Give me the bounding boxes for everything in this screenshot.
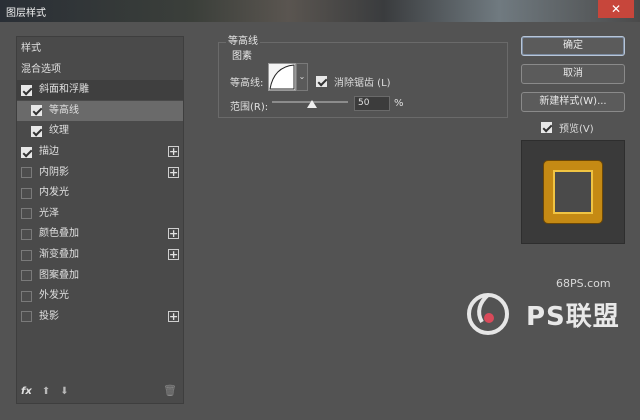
- style-item-7[interactable]: 内发光: [17, 183, 183, 203]
- style-item-0[interactable]: 样式: [17, 39, 183, 59]
- window-title: 图层样式: [6, 8, 46, 19]
- range-slider-handle[interactable]: [307, 100, 317, 108]
- style-item-label: 描边: [39, 146, 59, 157]
- add-instance-icon[interactable]: +: [168, 249, 179, 260]
- preview-checkbox[interactable]: [541, 122, 552, 133]
- range-value-input[interactable]: 50: [354, 96, 390, 111]
- range-label: 范围(R):: [230, 102, 269, 113]
- style-item-10[interactable]: 渐变叠加 +: [17, 245, 183, 265]
- style-item-checkbox[interactable]: [21, 167, 32, 179]
- add-instance-icon[interactable]: +: [168, 166, 179, 178]
- style-item-label: 斜面和浮雕: [39, 84, 89, 96]
- style-item-checkbox[interactable]: [31, 125, 42, 137]
- antialias-checkbox-row[interactable]: 消除锯齿 (L): [316, 74, 391, 89]
- style-item-label: 图案叠加: [39, 269, 79, 281]
- style-item-11[interactable]: 图案叠加: [17, 266, 183, 286]
- style-item-9[interactable]: 颜色叠加 +: [17, 224, 183, 244]
- list-toolbar: fx ⬆ ⬇: [21, 386, 69, 397]
- range-unit: %: [394, 98, 404, 109]
- style-item-label: 颜色叠加: [39, 228, 79, 240]
- style-item-2[interactable]: 斜面和浮雕: [17, 80, 183, 101]
- new-style-button[interactable]: 新建样式(W)...: [521, 92, 625, 112]
- style-item-label: 等高线: [49, 104, 79, 116]
- antialias-label: 消除锯齿 (L): [334, 78, 391, 89]
- style-item-checkbox[interactable]: [21, 84, 32, 96]
- contour-label: 等高线:: [230, 78, 264, 89]
- style-item-checkbox[interactable]: [31, 105, 42, 117]
- style-item-1[interactable]: 混合选项: [17, 60, 183, 80]
- fx-icon[interactable]: fx: [21, 386, 32, 397]
- contour-curve-icon: [269, 64, 295, 90]
- style-preview-thumbnail: [521, 140, 625, 244]
- style-item-label: 光泽: [39, 207, 59, 219]
- gold-frame-preview: [544, 161, 602, 223]
- watermark-url: 68PS.com: [556, 277, 611, 290]
- style-item-3[interactable]: 等高线: [17, 100, 183, 121]
- style-item-checkbox[interactable]: [21, 187, 32, 199]
- elements-subtitle: 图素: [232, 51, 252, 62]
- trash-icon[interactable]: 🗑: [163, 384, 177, 397]
- preview-label: 预览(V): [559, 124, 594, 135]
- contour-group-title: 等高线: [226, 32, 260, 47]
- close-button[interactable]: ✕: [598, 0, 634, 18]
- style-item-checkbox[interactable]: [21, 146, 32, 158]
- style-item-12[interactable]: 外发光: [17, 286, 183, 306]
- style-item-4[interactable]: 纹理: [17, 121, 183, 141]
- ok-button[interactable]: 确定: [521, 36, 625, 56]
- ps-league-logo-icon: [467, 293, 509, 335]
- layer-style-list: fx ⬆ ⬇ 🗑 样式混合选项斜面和浮雕等高线纹理描边 + 内阴影 + 内发光光泽颜色叠…: [16, 36, 184, 404]
- antialias-checkbox[interactable]: [316, 76, 327, 87]
- style-item-label: 纹理: [49, 125, 69, 137]
- move-down-icon[interactable]: ⬇: [60, 386, 68, 397]
- add-instance-icon[interactable]: +: [168, 310, 179, 322]
- style-item-label: 样式: [21, 43, 41, 54]
- cancel-button[interactable]: 取消: [521, 64, 625, 84]
- style-item-label: 渐变叠加: [39, 249, 79, 260]
- style-item-label: 投影: [39, 310, 59, 322]
- watermark-brand: PS联盟: [526, 302, 620, 332]
- style-item-checkbox[interactable]: [21, 270, 32, 282]
- style-item-checkbox[interactable]: [21, 208, 32, 220]
- style-item-6[interactable]: 内阴影 +: [17, 163, 183, 183]
- title-bar: 图层样式 ✕: [0, 0, 640, 22]
- style-item-checkbox[interactable]: [21, 311, 32, 323]
- move-up-icon[interactable]: ⬆: [42, 386, 50, 397]
- style-item-label: 内阴影: [39, 166, 69, 178]
- style-item-5[interactable]: 描边 +: [17, 142, 183, 162]
- style-item-label: 外发光: [39, 290, 69, 302]
- contour-dropdown-button[interactable]: ⌄: [296, 63, 308, 91]
- add-instance-icon[interactable]: +: [168, 228, 179, 240]
- style-item-label: 混合选项: [21, 63, 61, 75]
- style-item-checkbox[interactable]: [21, 249, 32, 261]
- style-item-8[interactable]: 光泽: [17, 204, 183, 224]
- style-item-checkbox[interactable]: [21, 290, 32, 302]
- contour-curve-thumbnail[interactable]: [268, 63, 296, 91]
- style-item-label: 内发光: [39, 187, 69, 199]
- style-item-13[interactable]: 投影 +: [17, 307, 183, 327]
- add-instance-icon[interactable]: +: [168, 146, 179, 157]
- style-item-checkbox[interactable]: [21, 228, 32, 240]
- preview-checkbox-row[interactable]: 预览(V): [541, 120, 594, 135]
